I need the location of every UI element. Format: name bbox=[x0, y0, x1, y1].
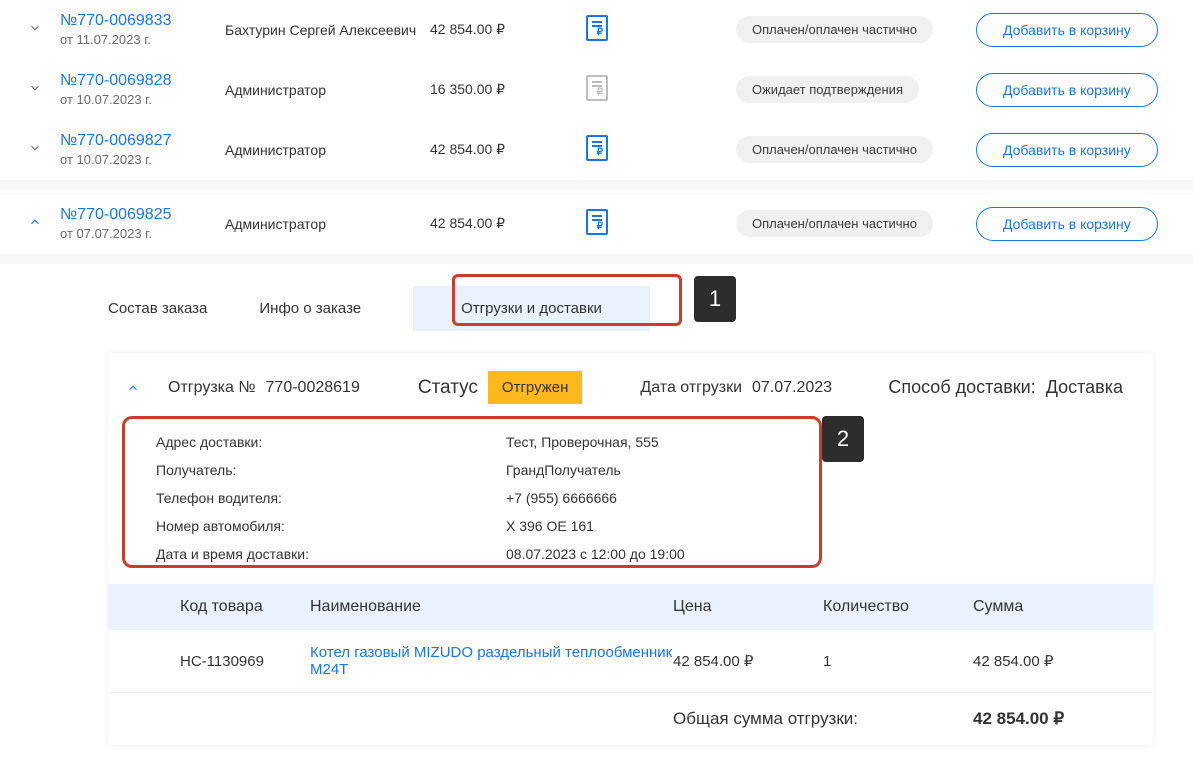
tab-composition[interactable]: Состав заказа bbox=[108, 300, 207, 317]
add-to-cart-button[interactable]: Добавить в корзину bbox=[976, 133, 1158, 167]
order-status-badge: Оплачен/оплачен частично bbox=[736, 16, 933, 43]
annotation-badge: 2 bbox=[822, 416, 864, 462]
order-date: от 10.07.2023 г. bbox=[60, 92, 225, 107]
order-client: Администратор bbox=[225, 82, 430, 98]
table-footer: Общая сумма отгрузки: 42 854.00 ₽ bbox=[108, 693, 1153, 745]
chevron-down-icon bbox=[28, 141, 42, 155]
order-client: Администратор bbox=[225, 142, 430, 158]
delivery-info-block: 2 Адрес доставки: Тест, Проверочная, 555… bbox=[108, 422, 1153, 574]
add-to-cart-button[interactable]: Добавить в корзину bbox=[976, 73, 1158, 107]
col-code: Код товара bbox=[180, 598, 310, 616]
shipment-items-table: Код товара Наименование Цена Количество … bbox=[108, 584, 1153, 745]
order-client: Администратор bbox=[225, 216, 430, 232]
collapse-toggle[interactable] bbox=[126, 381, 140, 395]
info-value: Тест, Проверочная, 555 bbox=[506, 434, 659, 450]
shipment-number-label: Отгрузка № bbox=[168, 379, 256, 397]
delivery-method-value: Доставка bbox=[1046, 377, 1123, 398]
annotation-badge: 1 bbox=[694, 276, 736, 322]
order-client: Бахтурин Сергей Алексеевич bbox=[225, 22, 430, 38]
col-qty: Количество bbox=[823, 598, 973, 616]
orders-list: №770-0069833 от 11.07.2023 г. Бахтурин С… bbox=[0, 0, 1193, 775]
total-value: 42 854.00 ₽ bbox=[973, 709, 1123, 729]
table-header: Код товара Наименование Цена Количество … bbox=[108, 584, 1153, 630]
order-row: №770-0069825 от 07.07.2023 г. Администра… bbox=[0, 194, 1193, 254]
order-row: №770-0069827 от 10.07.2023 г. Администра… bbox=[0, 120, 1193, 180]
order-status-badge: Оплачен/оплачен частично bbox=[736, 136, 933, 163]
cell-name-link[interactable]: Котел газовый MIZUDO раздельный теплообм… bbox=[310, 644, 673, 678]
shipment-number: 770-0028619 bbox=[266, 379, 360, 397]
col-price: Цена bbox=[673, 598, 823, 616]
info-row: Телефон водителя: +7 (955) 6666666 bbox=[156, 484, 1123, 512]
shipment-date-label: Дата отгрузки bbox=[640, 379, 742, 397]
col-name: Наименование bbox=[310, 598, 673, 616]
cell-qty: 1 bbox=[823, 653, 973, 670]
info-key: Получатель: bbox=[156, 462, 506, 478]
order-status-badge: Ожидает подтверждения bbox=[736, 76, 919, 103]
chevron-up-icon bbox=[28, 215, 42, 229]
expand-toggle[interactable] bbox=[0, 215, 60, 232]
order-date: от 11.07.2023 г. bbox=[60, 32, 225, 47]
order-amount: 42 854.00 ₽ bbox=[430, 215, 586, 232]
info-key: Дата и время доставки: bbox=[156, 546, 506, 562]
order-date: от 10.07.2023 г. bbox=[60, 152, 225, 167]
tab-shipments[interactable]: Отгрузки и доставки bbox=[413, 286, 650, 331]
expand-toggle[interactable] bbox=[0, 141, 60, 158]
cell-sum: 42 854.00 ₽ bbox=[973, 652, 1123, 670]
expand-toggle[interactable] bbox=[0, 81, 60, 98]
info-key: Телефон водителя: bbox=[156, 490, 506, 506]
order-date: от 07.07.2023 г. bbox=[60, 226, 225, 241]
add-to-cart-button[interactable]: Добавить в корзину bbox=[976, 207, 1158, 241]
col-sum: Сумма bbox=[973, 598, 1123, 616]
invoice-icon[interactable]: ₽ bbox=[586, 209, 608, 235]
order-amount: 42 854.00 ₽ bbox=[430, 141, 586, 158]
info-key: Адрес доставки: bbox=[156, 434, 506, 450]
info-value: X 396 OE 161 bbox=[506, 518, 594, 534]
tab-info[interactable]: Инфо о заказе bbox=[259, 300, 361, 317]
order-status-badge: Оплачен/оплачен частично bbox=[736, 210, 933, 237]
info-value: 08.07.2023 с 12:00 до 19:00 bbox=[506, 546, 685, 562]
info-row: Адрес доставки: Тест, Проверочная, 555 bbox=[156, 428, 1123, 456]
invoice-icon[interactable]: ₽ bbox=[586, 135, 608, 161]
order-amount: 42 854.00 ₽ bbox=[430, 21, 586, 38]
order-number-link[interactable]: №770-0069828 bbox=[60, 72, 225, 90]
order-detail-panel: Состав заказа Инфо о заказе Отгрузки и д… bbox=[0, 264, 1193, 775]
table-row: НС-1130969 Котел газовый MIZUDO раздельн… bbox=[108, 630, 1153, 693]
delivery-method-label: Способ доставки: bbox=[888, 377, 1035, 398]
info-key: Номер автомобиля: bbox=[156, 518, 506, 534]
cell-code: НС-1130969 bbox=[180, 653, 310, 670]
order-number-link[interactable]: №770-0069833 bbox=[60, 12, 225, 30]
cell-price: 42 854.00 ₽ bbox=[673, 652, 823, 670]
shipment-status-label: Статус bbox=[418, 377, 478, 399]
order-number-link[interactable]: №770-0069825 bbox=[60, 206, 225, 224]
info-row: Номер автомобиля: X 396 OE 161 bbox=[156, 512, 1123, 540]
chevron-down-icon bbox=[28, 81, 42, 95]
info-value: +7 (955) 6666666 bbox=[506, 490, 617, 506]
shipment-header: Отгрузка № 770-0028619 Статус Отгружен Д… bbox=[108, 353, 1153, 422]
order-row: №770-0069828 от 10.07.2023 г. Администра… bbox=[0, 60, 1193, 120]
info-row: Дата и время доставки: 08.07.2023 с 12:0… bbox=[156, 540, 1123, 568]
order-number-link[interactable]: №770-0069827 bbox=[60, 132, 225, 150]
shipment-card: Отгрузка № 770-0028619 Статус Отгружен Д… bbox=[108, 353, 1153, 745]
add-to-cart-button[interactable]: Добавить в корзину bbox=[976, 13, 1158, 47]
shipment-date-value: 07.07.2023 bbox=[752, 379, 832, 397]
chevron-up-icon bbox=[126, 381, 140, 395]
invoice-icon[interactable]: ₽ bbox=[586, 75, 608, 101]
chevron-down-icon bbox=[28, 21, 42, 35]
info-row: Получатель: ГрандПолучатель bbox=[156, 456, 1123, 484]
total-label: Общая сумма отгрузки: bbox=[673, 709, 973, 729]
detail-tabs: Состав заказа Инфо о заказе Отгрузки и д… bbox=[0, 264, 1193, 353]
shipment-status-value: Отгружен bbox=[488, 371, 583, 404]
invoice-icon[interactable]: ₽ bbox=[586, 15, 608, 41]
info-value: ГрандПолучатель bbox=[506, 462, 621, 478]
order-amount: 16 350.00 ₽ bbox=[430, 81, 586, 98]
order-row: №770-0069833 от 11.07.2023 г. Бахтурин С… bbox=[0, 0, 1193, 60]
expand-toggle[interactable] bbox=[0, 21, 60, 38]
